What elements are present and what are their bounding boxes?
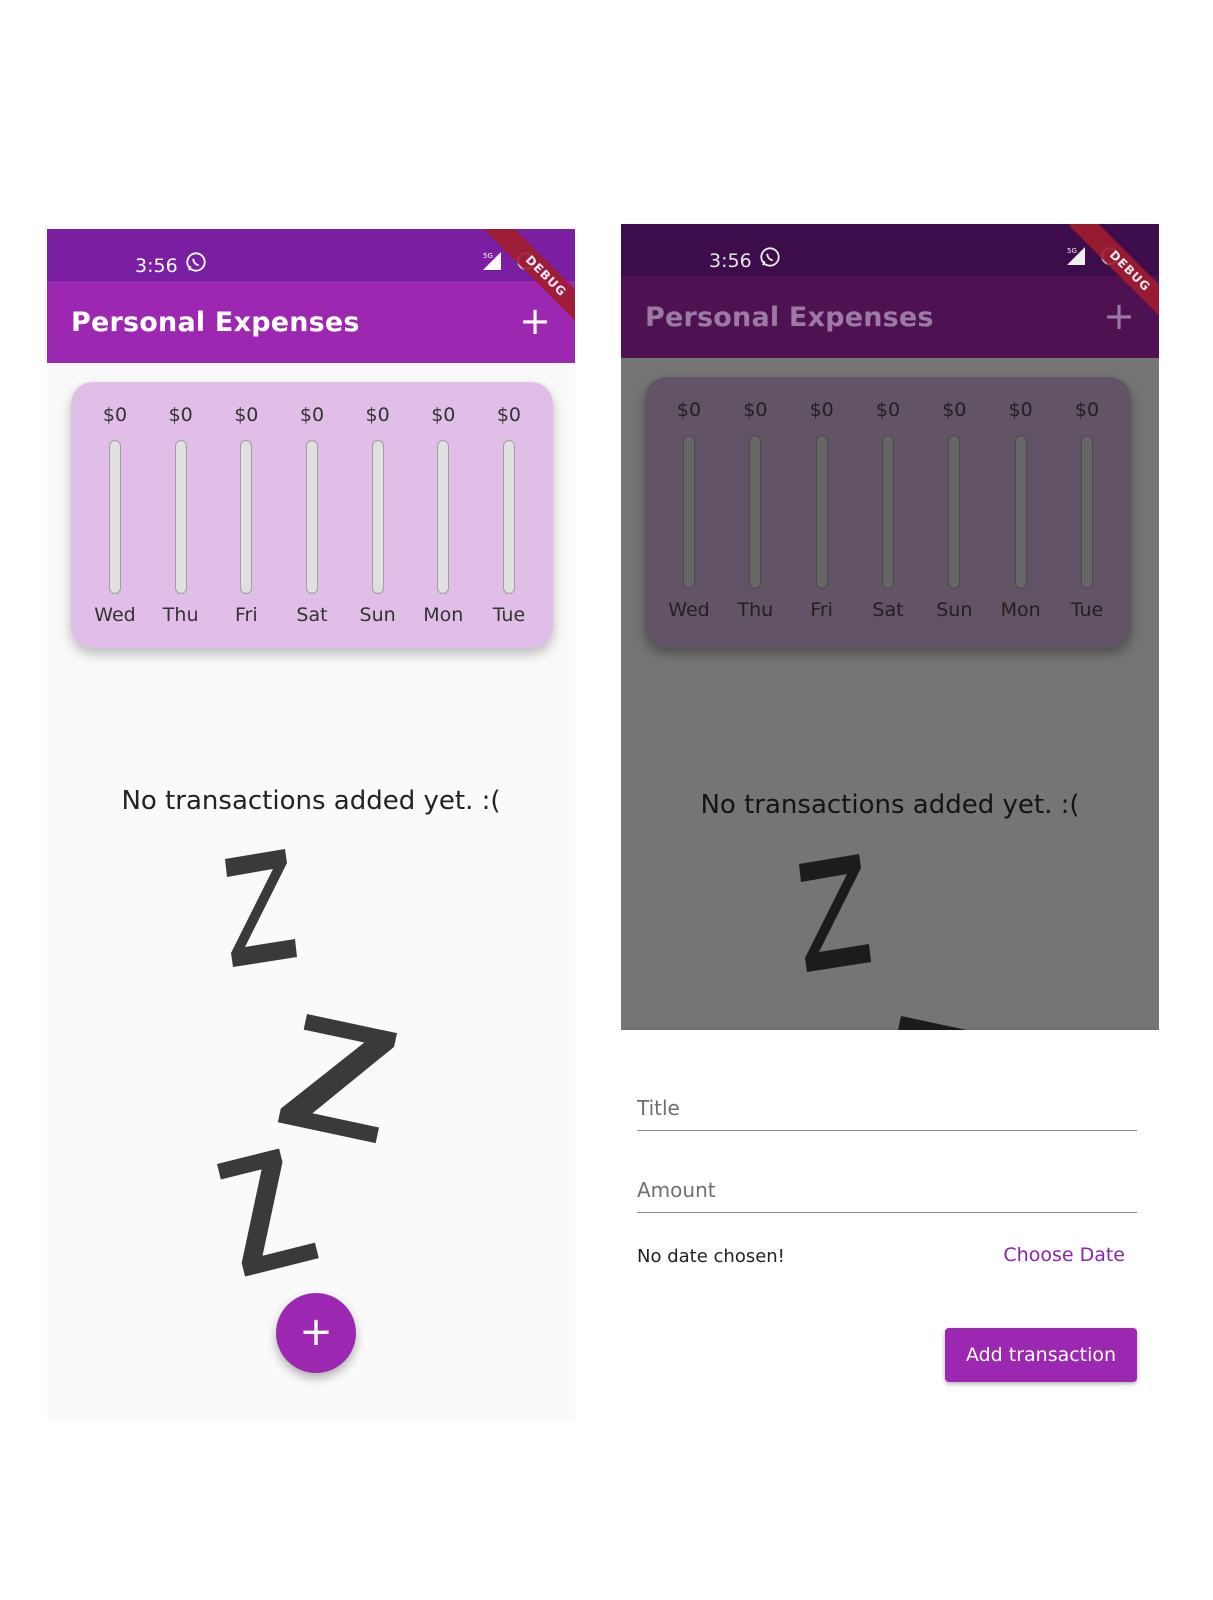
choose-date-button[interactable]: Choose Date [1003, 1244, 1125, 1266]
chart-bar-fri: $0 Fri [802, 393, 842, 631]
chart-bar-wed: $0 Wed [668, 393, 710, 631]
bar-amount: $0 [431, 404, 456, 426]
bar-day-label: Sun [359, 604, 396, 626]
chart-bars: $0 Wed $0 Thu $0 Fri $0 Sat $0 Sun $0 Mo… [668, 393, 1107, 631]
add-transaction-button[interactable]: + [515, 301, 555, 341]
empty-state-message: No transactions added yet. :( [700, 790, 1080, 820]
bar-amount: $0 [743, 399, 768, 421]
chart-bars: $0 Wed $0 Thu $0 Fri $0 Sat $0 Sun $0 Mo… [94, 398, 529, 632]
bar-track [174, 440, 187, 594]
chart-bar-thu: $0 Thu [735, 393, 775, 631]
bar-amount: $0 [1008, 399, 1033, 421]
bar-track [881, 435, 894, 589]
weekly-chart: $0 Wed $0 Thu $0 Fri $0 Sat $0 Sun $0 Mo… [645, 377, 1131, 647]
amount-input[interactable] [637, 1178, 1137, 1202]
bar-amount: $0 [365, 404, 390, 426]
status-time: 3:56 [709, 250, 752, 272]
chart-bar-sat: $0 Sat [868, 393, 908, 631]
chart-bar-sun: $0 Sun [934, 393, 974, 631]
chart-bar-mon: $0 Mon [1001, 393, 1041, 631]
bar-track [948, 435, 961, 589]
bar-track [502, 440, 515, 594]
plus-icon: + [299, 1309, 333, 1355]
bar-amount: $0 [299, 404, 325, 426]
bar-day-label: Mon [1000, 599, 1041, 621]
chart-bar-tue: $0 Tue [489, 398, 529, 632]
bar-day-label: Thu [162, 604, 199, 626]
bar-amount: $0 [1074, 399, 1100, 421]
chart-bar-thu: $0 Thu [161, 398, 201, 632]
amount-field[interactable] [637, 1148, 1137, 1213]
bar-amount: $0 [168, 404, 193, 426]
add-transaction-button[interactable]: + [1099, 296, 1139, 336]
network-type-label: 5G [483, 252, 493, 260]
bar-track [240, 440, 253, 594]
app-bar: Personal Expenses + [47, 281, 575, 363]
whatsapp-icon [186, 252, 206, 272]
bar-amount: $0 [676, 399, 702, 421]
bar-day-label: Mon [423, 604, 464, 626]
title-input[interactable] [637, 1096, 1137, 1120]
chart-bar-tue: $0 Tue [1067, 393, 1107, 631]
page-title: Personal Expenses [645, 302, 934, 333]
bar-day-label: Fri [234, 604, 258, 626]
bar-day-label: Thu [737, 599, 774, 621]
bar-track [683, 435, 695, 589]
new-transaction-sheet: No date chosen! Choose Date Add transact… [621, 1030, 1159, 1427]
weekly-chart: $0 Wed $0 Thu $0 Fri $0 Sat $0 Sun $0 Mo… [71, 382, 553, 648]
bar-amount: $0 [942, 399, 967, 421]
chart-bar-fri: $0 Fri [226, 398, 266, 632]
zzz-icon [799, 854, 991, 1030]
empty-state-message: No transactions added yet. :( [121, 786, 501, 816]
signal-icon: 5G [1067, 247, 1085, 265]
bar-day-label: Sat [872, 599, 904, 621]
bar-track [371, 440, 384, 594]
bar-day-label: Tue [1070, 599, 1104, 621]
bar-amount: $0 [496, 404, 522, 426]
chart-bar-sun: $0 Sun [358, 398, 398, 632]
bar-amount: $0 [102, 404, 128, 426]
bar-track [1014, 435, 1027, 589]
bar-track [109, 440, 121, 594]
page-title: Personal Expenses [71, 307, 360, 338]
bar-track [749, 435, 762, 589]
chart-bar-sat: $0 Sat [292, 398, 332, 632]
add-transaction-screen: 3:56 5G Personal Expenses + DEBUG $0 Wed… [621, 224, 1159, 1427]
status-time: 3:56 [135, 255, 178, 277]
chart-bar-mon: $0 Mon [423, 398, 463, 632]
zzz-icon [217, 849, 397, 1277]
bar-track [437, 440, 450, 594]
bar-day-label: Wed [94, 604, 136, 626]
title-field[interactable] [637, 1066, 1137, 1131]
bar-track [815, 435, 828, 589]
home-screen: 3:56 5G Personal Expenses + DEBUG $0 Wed… [47, 229, 575, 1421]
bar-amount: $0 [234, 404, 259, 426]
whatsapp-icon [760, 247, 780, 267]
fab-add-transaction[interactable]: + [276, 1293, 356, 1373]
bar-track [1080, 435, 1093, 589]
chosen-date-label: No date chosen! [637, 1246, 785, 1267]
bar-day-label: Tue [492, 604, 526, 626]
bar-day-label: Wed [668, 599, 710, 621]
app-bar: Personal Expenses + [621, 276, 1159, 358]
bar-day-label: Sun [936, 599, 973, 621]
signal-icon: 5G [483, 252, 501, 270]
add-transaction-submit-button[interactable]: Add transaction [945, 1328, 1137, 1382]
chart-bar-wed: $0 Wed [94, 398, 136, 632]
plus-icon: + [519, 299, 551, 343]
bar-day-label: Sat [296, 604, 328, 626]
bar-track [305, 440, 318, 594]
modal-scrim[interactable]: 3:56 5G Personal Expenses + DEBUG $0 Wed… [621, 224, 1159, 1030]
plus-icon: + [1103, 294, 1135, 338]
network-type-label: 5G [1067, 247, 1077, 255]
bar-amount: $0 [809, 399, 834, 421]
bar-day-label: Fri [810, 599, 833, 621]
bar-amount: $0 [875, 399, 901, 421]
